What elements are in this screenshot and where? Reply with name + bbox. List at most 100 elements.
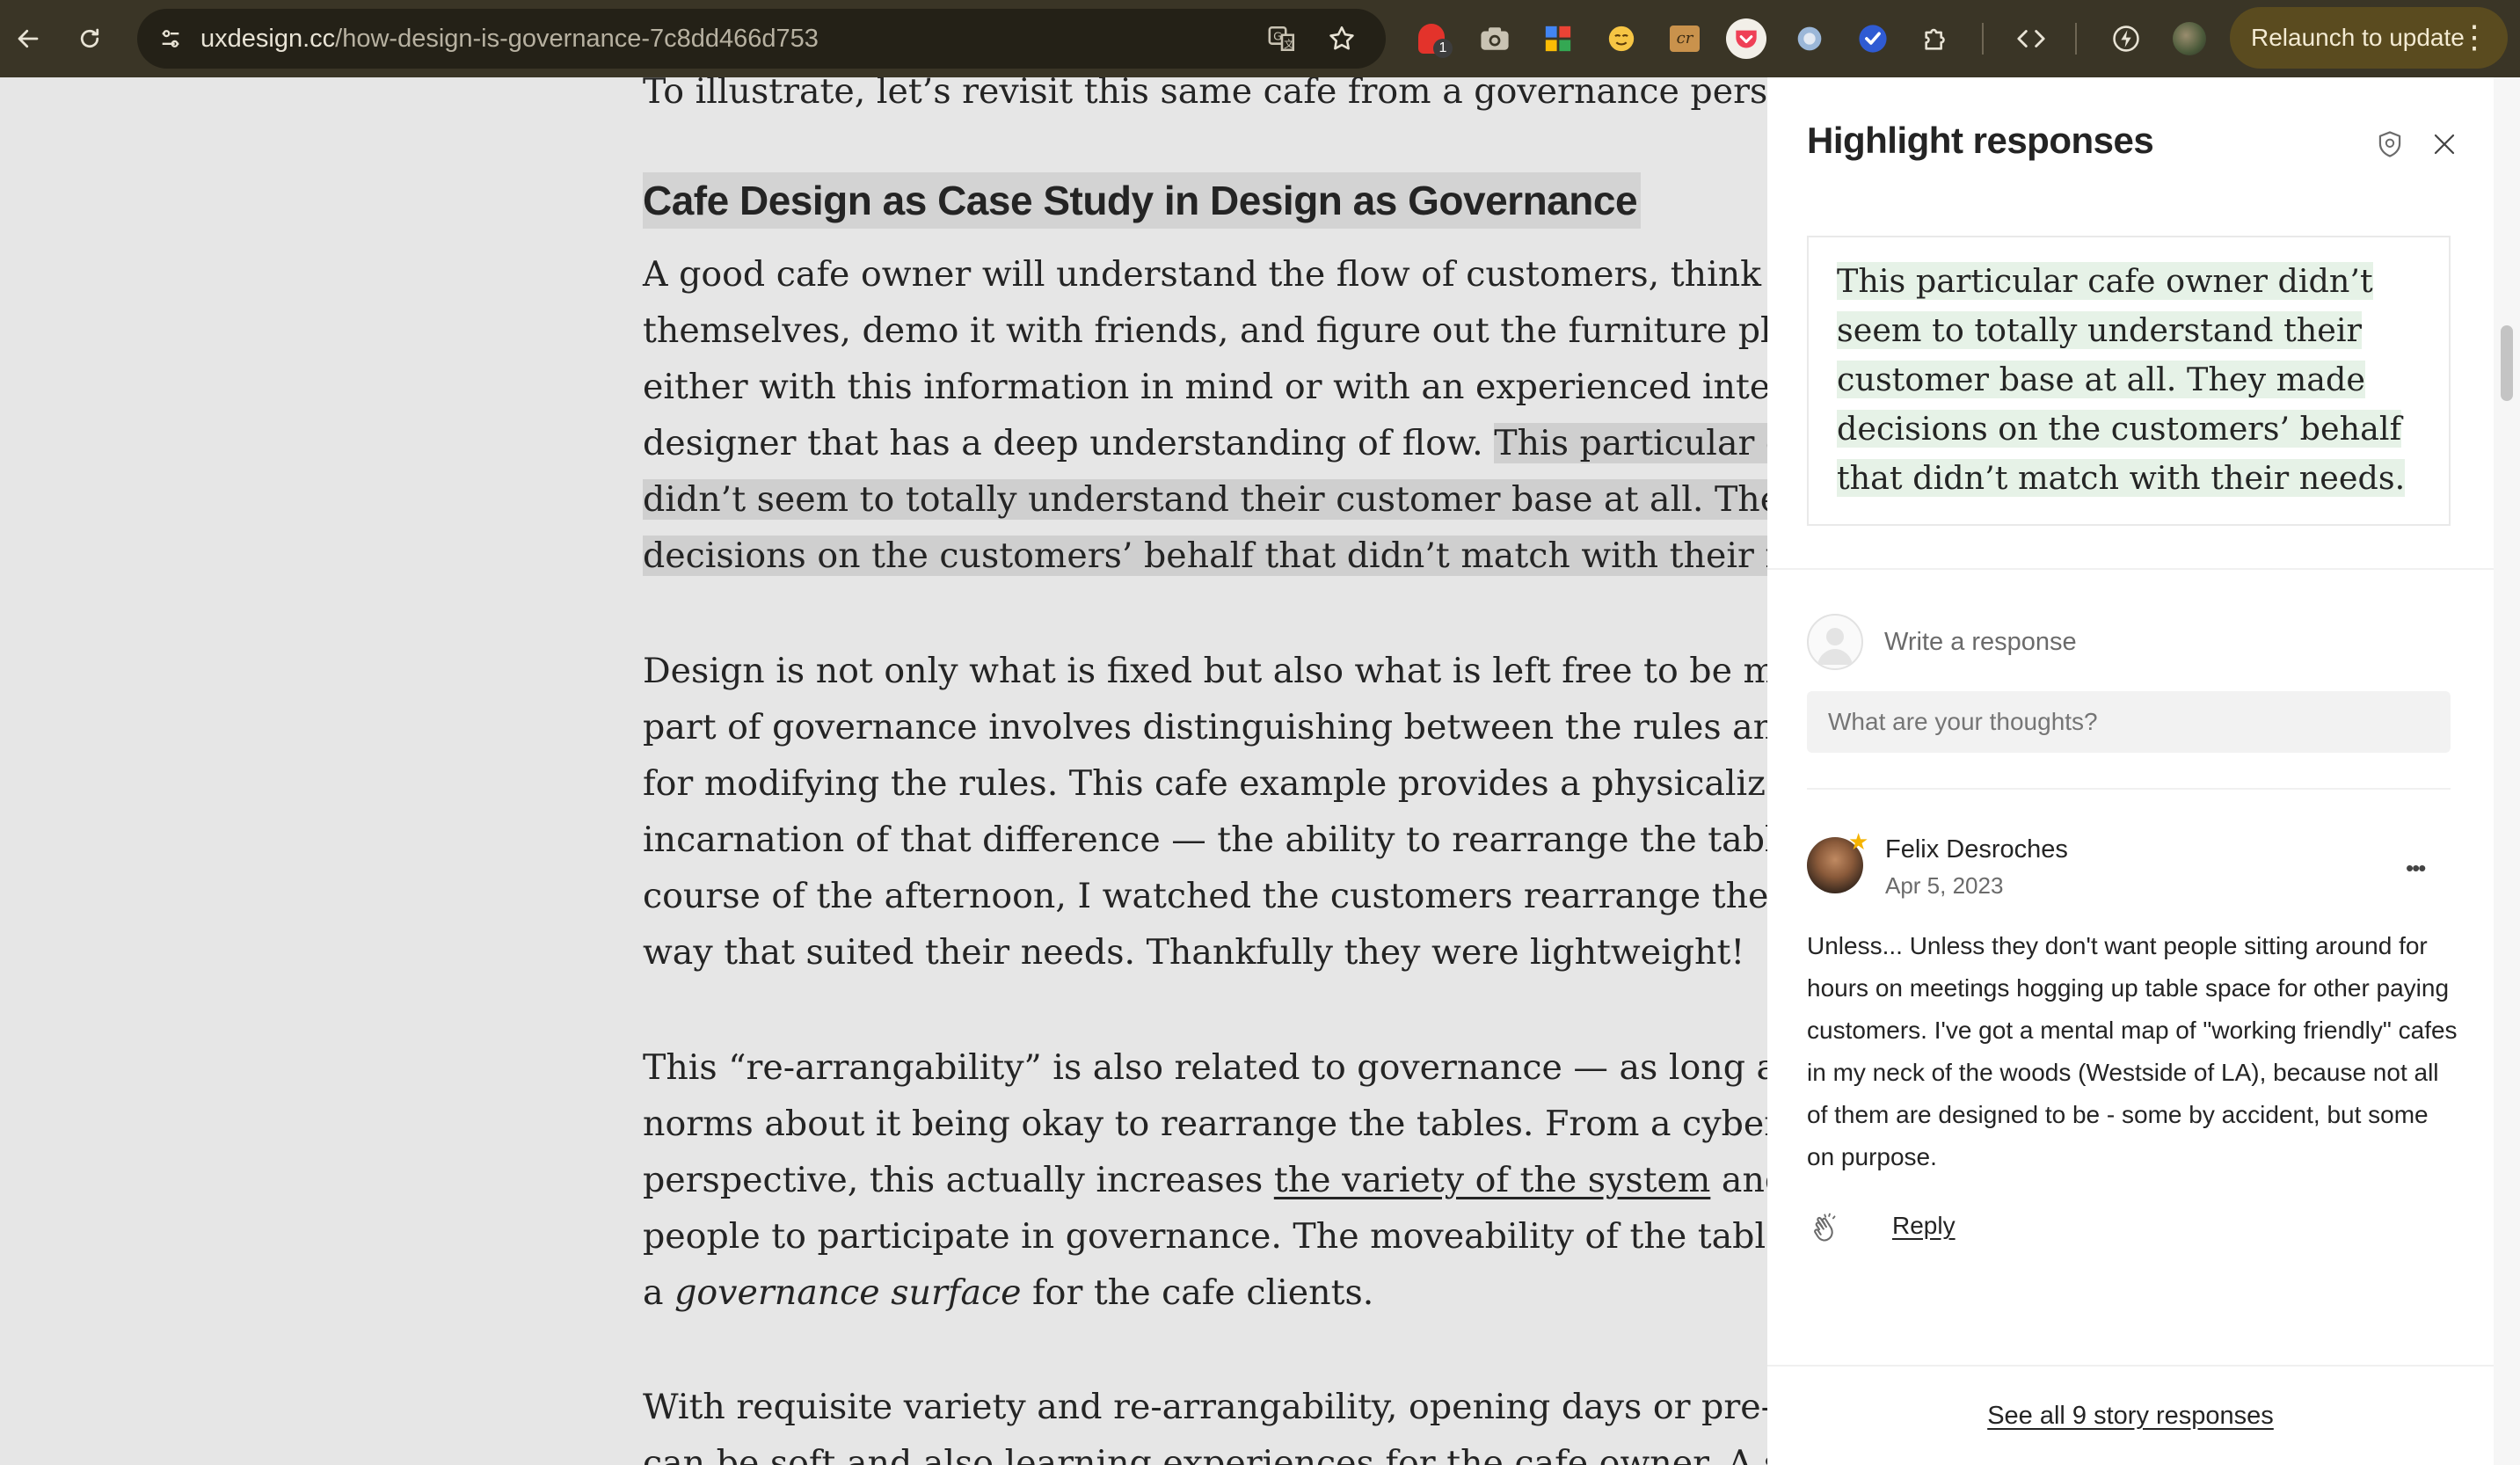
- extension-cr-button[interactable]: cr: [1664, 18, 1706, 60]
- highlighted-quote: This particular cafe owner didn’t seem t…: [1837, 257, 2421, 503]
- address-bar[interactable]: uxdesign.cc/how-design-is-governance-7c8…: [137, 9, 1386, 69]
- write-response-row[interactable]: Write a response: [1807, 614, 2077, 670]
- paragraph-line: themselves, demo it with friends, and fi…: [643, 310, 1767, 351]
- emoji-face-icon: [1608, 26, 1635, 52]
- response-input[interactable]: [1807, 691, 2451, 753]
- relaunch-to-update-button[interactable]: Relaunch to update ⋮: [2230, 7, 2508, 69]
- paragraph-line: To illustrate, let’s revisit this same c…: [643, 77, 1767, 112]
- section-divider: [1767, 1365, 2494, 1367]
- url-path: /how-design-is-governance-7c8dd466d753: [335, 25, 819, 53]
- toolbar-separator: [2075, 23, 2077, 55]
- extension-red-button[interactable]: 1: [1410, 18, 1453, 60]
- checkmark-shield-icon: [1859, 25, 1887, 53]
- translate-button[interactable]: G文: [1263, 19, 1301, 58]
- back-button[interactable]: [9, 19, 47, 58]
- paragraph-line: a governance surface for the cafe client…: [643, 1265, 1767, 1321]
- reload-button[interactable]: [70, 19, 109, 58]
- translate-icon: G文: [1268, 26, 1295, 52]
- close-icon: [2434, 134, 2455, 155]
- browser-menu-icon[interactable]: ⋮: [2458, 7, 2490, 67]
- profile-avatar-button[interactable]: [2168, 18, 2210, 60]
- code-brackets-icon: [2017, 30, 2045, 47]
- paragraph-intro: To illustrate, let’s revisit this same c…: [643, 77, 1767, 120]
- extension-globe-button[interactable]: [1788, 18, 1831, 60]
- pocket-icon: [1726, 18, 1766, 59]
- paragraph-line: either with this information in mind or …: [643, 367, 1767, 407]
- colorful-grid-icon: [1545, 26, 1571, 52]
- extension-check-button[interactable]: [1852, 18, 1894, 60]
- shield-icon: [2378, 131, 2401, 157]
- extension-camera-button[interactable]: [1474, 18, 1516, 60]
- paragraph-line: didn’t seem to totally understand their …: [643, 471, 1767, 528]
- clap-icon: [1814, 1213, 1836, 1242]
- article-body: To illustrate, let’s revisit this same c…: [0, 77, 1767, 1465]
- paragraph-line: perspective, this actually increases the…: [643, 1152, 1767, 1208]
- star-icon: [1329, 26, 1354, 50]
- star-badge-icon: ★: [1848, 828, 1869, 855]
- reload-icon: [80, 28, 99, 48]
- paragraph-2: Design is not only what is fixed but als…: [643, 643, 1767, 980]
- paragraph-line: incarnation of that difference — the abi…: [643, 820, 1767, 860]
- text-segment: designer that has a deep understanding o…: [643, 423, 1495, 463]
- extension-emoji-button[interactable]: [1600, 18, 1642, 60]
- comment-more-button[interactable]: •••: [2406, 855, 2426, 882]
- puzzle-icon: [1925, 28, 1945, 50]
- article-heading: Cafe Design as Case Study in Design as G…: [643, 172, 1642, 229]
- extensions-menu-button[interactable]: [1915, 18, 1957, 60]
- bookmark-star-button[interactable]: [1322, 19, 1361, 58]
- panel-title: Highlight responses: [1807, 120, 2154, 161]
- paragraph-3: This “re-arrangability” is also related …: [643, 1039, 1767, 1321]
- shield-button[interactable]: [2371, 125, 2409, 164]
- text-segment: a: [643, 1272, 675, 1313]
- lightning-circle-icon: [2113, 26, 2139, 52]
- svg-text:G: G: [1273, 30, 1282, 43]
- paragraph-line: Design is not only what is fixed but als…: [643, 651, 1767, 691]
- comment-author[interactable]: Felix Desroches: [1885, 835, 2068, 864]
- extension-grid-button[interactable]: [1537, 18, 1579, 60]
- browser-toolbar: uxdesign.cc/how-design-is-governance-7c8…: [0, 0, 2520, 77]
- text-segment: for the cafe clients.: [1021, 1272, 1374, 1313]
- see-all-responses-link[interactable]: See all 9 story responses: [1767, 1402, 2494, 1431]
- user-avatar: [1807, 614, 1863, 670]
- paragraph-line: can be soft and also learning experience…: [643, 1443, 1767, 1465]
- section-divider: [1767, 568, 2494, 570]
- emphasis-text: governance surface: [674, 1272, 1022, 1313]
- comment-body: Unless... Unless they don't want people …: [1807, 932, 2458, 1170]
- write-response-label: Write a response: [1884, 627, 2077, 656]
- paragraph-line: part of governance involves distinguishi…: [643, 707, 1767, 747]
- site-info-button[interactable]: [151, 19, 190, 58]
- highlighted-text[interactable]: This particular cafe owner: [1494, 423, 1767, 463]
- url-text[interactable]: uxdesign.cc/how-design-is-governance-7c8…: [200, 9, 819, 69]
- performance-button[interactable]: [2105, 18, 2147, 60]
- devtools-button[interactable]: [2010, 18, 2052, 60]
- extension-pocket-button[interactable]: [1725, 18, 1767, 60]
- relaunch-label: Relaunch to update: [2251, 24, 2465, 51]
- paragraph-line: This “re-arrangability” is also related …: [643, 1047, 1767, 1088]
- svg-text:文: 文: [1284, 38, 1293, 50]
- paragraph-line: norms about it being okay to rearrange t…: [643, 1104, 1767, 1144]
- highlighted-text[interactable]: didn’t seem to totally understand their …: [643, 479, 1767, 520]
- tune-icon: [162, 30, 179, 47]
- quote-highlight: This particular cafe owner didn’t seem t…: [1837, 262, 2406, 497]
- back-arrow-icon: [18, 29, 39, 48]
- paragraph-4: With requisite variety and re-arrangabil…: [643, 1379, 1767, 1465]
- paragraph-line: A good cafe owner will understand the fl…: [643, 254, 1767, 295]
- comment-date[interactable]: Apr 5, 2023: [1885, 872, 2003, 900]
- clap-button[interactable]: [1807, 1210, 1846, 1249]
- reply-button[interactable]: Reply: [1892, 1212, 1956, 1240]
- text-segment: perspective, this actually increases: [643, 1160, 1274, 1200]
- default-user-icon: [1817, 628, 1853, 665]
- toolbar-separator: [1982, 23, 1984, 55]
- cr-logo-icon: cr: [1670, 26, 1700, 52]
- text-segment: and empowers: [1721, 1160, 1767, 1200]
- page-scrollbar[interactable]: [2494, 77, 2520, 1465]
- camera-icon: [1481, 27, 1509, 50]
- highlight-responses-panel: Highlight responses This particular cafe…: [1767, 77, 2494, 1465]
- variety-of-system-link[interactable]: the variety of the system: [1274, 1160, 1711, 1200]
- paragraph-line: way that suited their needs. Thankfully …: [643, 932, 1745, 973]
- paragraph-1: A good cafe owner will understand the fl…: [643, 246, 1767, 584]
- close-panel-button[interactable]: [2425, 125, 2464, 164]
- extension-badge: 1: [1433, 39, 1453, 58]
- scrollbar-thumb[interactable]: [2501, 325, 2513, 401]
- highlighted-text[interactable]: decisions on the customers’ behalf that …: [643, 536, 1767, 576]
